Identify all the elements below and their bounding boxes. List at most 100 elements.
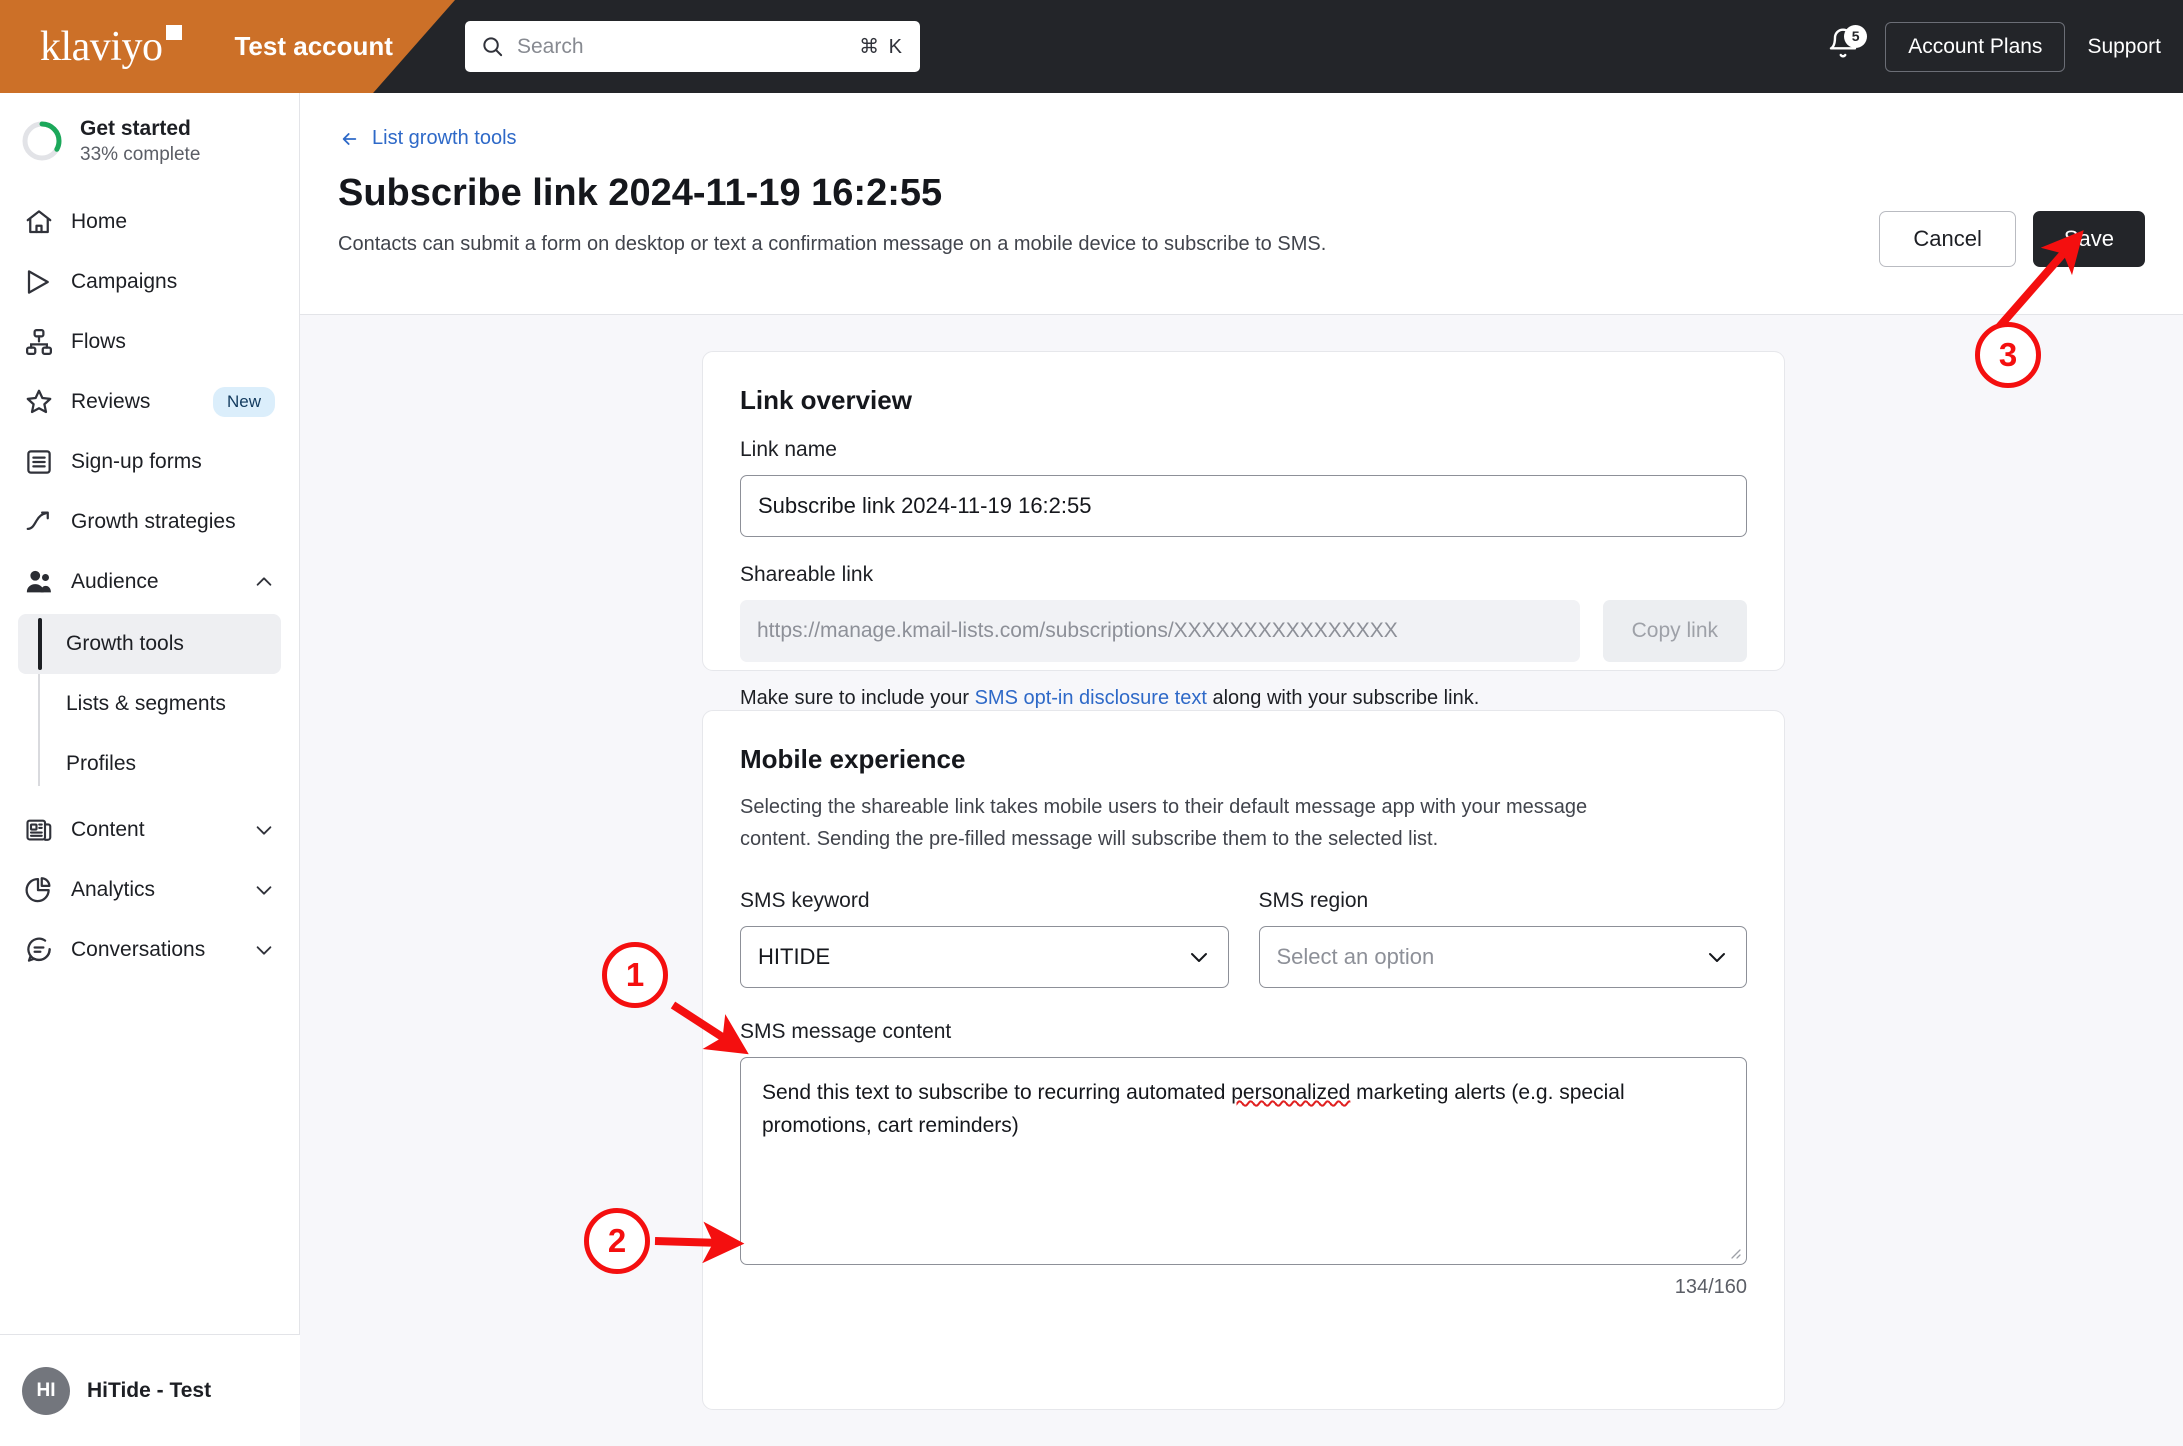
sidebar-item-lists-segments[interactable]: Lists & segments [18, 674, 281, 734]
helper-suffix: along with your subscribe link. [1206, 687, 1480, 709]
sidebar-item-conversations[interactable]: Conversations [14, 920, 285, 980]
copy-link-button[interactable]: Copy link [1602, 600, 1747, 662]
sms-message-misspelled-word: personalized [1231, 1081, 1351, 1104]
audience-icon [24, 567, 54, 597]
trending-up-icon [24, 507, 54, 537]
helper-prefix: Make sure to include your [740, 687, 975, 709]
search-bar[interactable]: ⌘ K [465, 21, 920, 72]
chevron-down-icon [253, 879, 275, 901]
klaviyo-logo-text: klaviyo [40, 23, 163, 70]
chevron-down-icon [1187, 945, 1211, 969]
link-name-label: Link name [740, 438, 837, 461]
sms-keyword-label: SMS keyword [740, 889, 870, 912]
sidebar-item-label: Analytics [71, 877, 156, 901]
status-badge: New [212, 386, 275, 417]
klaviyo-logo-flag-icon [166, 24, 183, 40]
app-root: klaviyo Test account ⌘ K 5 Accou [0, 0, 2183, 1446]
disclosure-helper-text: Make sure to include your SMS opt-in dis… [740, 687, 1747, 710]
brand-wedge: klaviyo Test account [0, 0, 455, 93]
search-icon [481, 35, 504, 58]
top-bar-right: 5 Account Plans Support [1827, 0, 2183, 93]
content-icon [24, 815, 54, 845]
page-description: Contacts can submit a form on desktop or… [338, 232, 1327, 255]
star-icon [24, 387, 54, 417]
sidebar-item-label: Campaigns [71, 269, 178, 293]
sidebar-item-label: Reviews [71, 389, 151, 413]
sidebar-item-label: Audience [71, 569, 159, 593]
back-link-label: List growth tools [372, 127, 517, 149]
sidebar-item-signup-forms[interactable]: Sign-up forms [14, 432, 285, 492]
sidebar-item-label: Conversations [71, 937, 206, 961]
mobile-experience-title: Mobile experience [740, 744, 966, 774]
sidebar-item-label: Home [71, 209, 128, 233]
user-account-footer[interactable]: HI HiTide - Test [0, 1334, 300, 1446]
sidebar: Get started 33% complete Home Campaigns … [0, 93, 300, 1446]
sms-keyword-value: HITIDE [758, 944, 831, 969]
sidebar-item-flows[interactable]: Flows [14, 312, 285, 372]
sidebar-item-audience[interactable]: Audience [14, 552, 285, 612]
sidebar-item-home[interactable]: Home [14, 192, 285, 252]
get-started-title: Get started [80, 117, 191, 140]
account-plans-button[interactable]: Account Plans [1885, 21, 2066, 72]
sidebar-item-analytics[interactable]: Analytics [14, 860, 285, 920]
main-content: Link overview Link name Shareable link C… [300, 315, 2183, 1446]
support-link[interactable]: Support [2087, 35, 2161, 59]
save-button[interactable]: Save [2032, 211, 2145, 267]
sms-message-label: SMS message content [740, 1020, 952, 1043]
sms-region-select[interactable]: Select an option [1258, 926, 1747, 988]
audience-subnav: Growth tools Lists & segments Profiles [14, 613, 285, 794]
sidebar-item-reviews[interactable]: Reviews New [14, 372, 285, 432]
search-shortcut-hint: ⌘ K [859, 36, 904, 58]
back-to-list-link[interactable]: List growth tools [338, 127, 517, 150]
shareable-link-input[interactable] [740, 600, 1580, 662]
notifications-button[interactable]: 5 [1827, 24, 1868, 67]
form-icon [24, 447, 54, 477]
page-header: List growth tools Subscribe link 2024-11… [300, 93, 2183, 315]
sidebar-item-label: Sign-up forms [71, 449, 202, 473]
sidebar-item-label: Growth strategies [71, 509, 236, 533]
mobile-experience-description: Selecting the shareable link takes mobil… [740, 796, 1588, 850]
sms-message-part1: Send this text to subscribe to recurring… [762, 1081, 1232, 1104]
sms-keyword-select[interactable]: HITIDE [740, 926, 1229, 988]
get-started-subtitle: 33% complete [80, 144, 201, 166]
mobile-experience-card: Mobile experience Selecting the shareabl… [702, 710, 1785, 1410]
sidebar-item-growth-strategies[interactable]: Growth strategies [14, 492, 285, 552]
link-overview-title: Link overview [740, 385, 912, 415]
character-counter: 134/160 [1674, 1276, 1747, 1298]
progress-ring-icon [20, 119, 64, 163]
avatar: HI [22, 1366, 70, 1415]
sidebar-item-label: Content [71, 817, 145, 841]
sms-region-value: Select an option [1276, 944, 1435, 969]
chevron-down-icon [1705, 945, 1729, 969]
chevron-down-icon [253, 819, 275, 841]
get-started-widget[interactable]: Get started 33% complete [0, 93, 299, 186]
sidebar-item-growth-tools[interactable]: Growth tools [18, 613, 281, 674]
arrow-left-icon [342, 132, 357, 145]
home-icon [24, 207, 54, 237]
sidebar-item-profiles[interactable]: Profiles [18, 734, 281, 794]
link-name-input[interactable] [740, 475, 1747, 537]
search-input[interactable] [517, 34, 860, 59]
sidebar-subitem-label: Profiles [66, 751, 137, 775]
user-name: HiTide - Test [87, 1378, 212, 1402]
sms-message-textarea[interactable]: Send this text to subscribe to recurring… [740, 1057, 1747, 1265]
sms-disclosure-link[interactable]: SMS opt-in disclosure text [975, 687, 1207, 709]
chevron-up-icon [253, 571, 275, 593]
klaviyo-logo[interactable]: klaviyo [40, 23, 183, 71]
sidebar-subitem-label: Lists & segments [66, 691, 226, 715]
shareable-link-label: Shareable link [740, 563, 874, 586]
sidebar-item-label: Flows [71, 329, 126, 353]
sidebar-nav: Home Campaigns Flows Reviews New Sign-up… [0, 186, 299, 980]
sms-keyword-field: SMS keyword HITIDE [740, 889, 1229, 988]
sms-region-label: SMS region [1258, 889, 1369, 912]
cancel-button[interactable]: Cancel [1879, 211, 2016, 267]
chat-icon [24, 935, 54, 965]
account-name: Test account [234, 31, 393, 61]
sidebar-subitem-label: Growth tools [66, 631, 184, 655]
header-actions: Cancel Save [1879, 211, 2145, 267]
sidebar-item-content[interactable]: Content [14, 800, 285, 860]
sidebar-item-campaigns[interactable]: Campaigns [14, 252, 285, 312]
link-overview-card: Link overview Link name Shareable link C… [702, 351, 1785, 709]
pie-chart-icon [24, 875, 54, 905]
send-icon [24, 267, 54, 297]
